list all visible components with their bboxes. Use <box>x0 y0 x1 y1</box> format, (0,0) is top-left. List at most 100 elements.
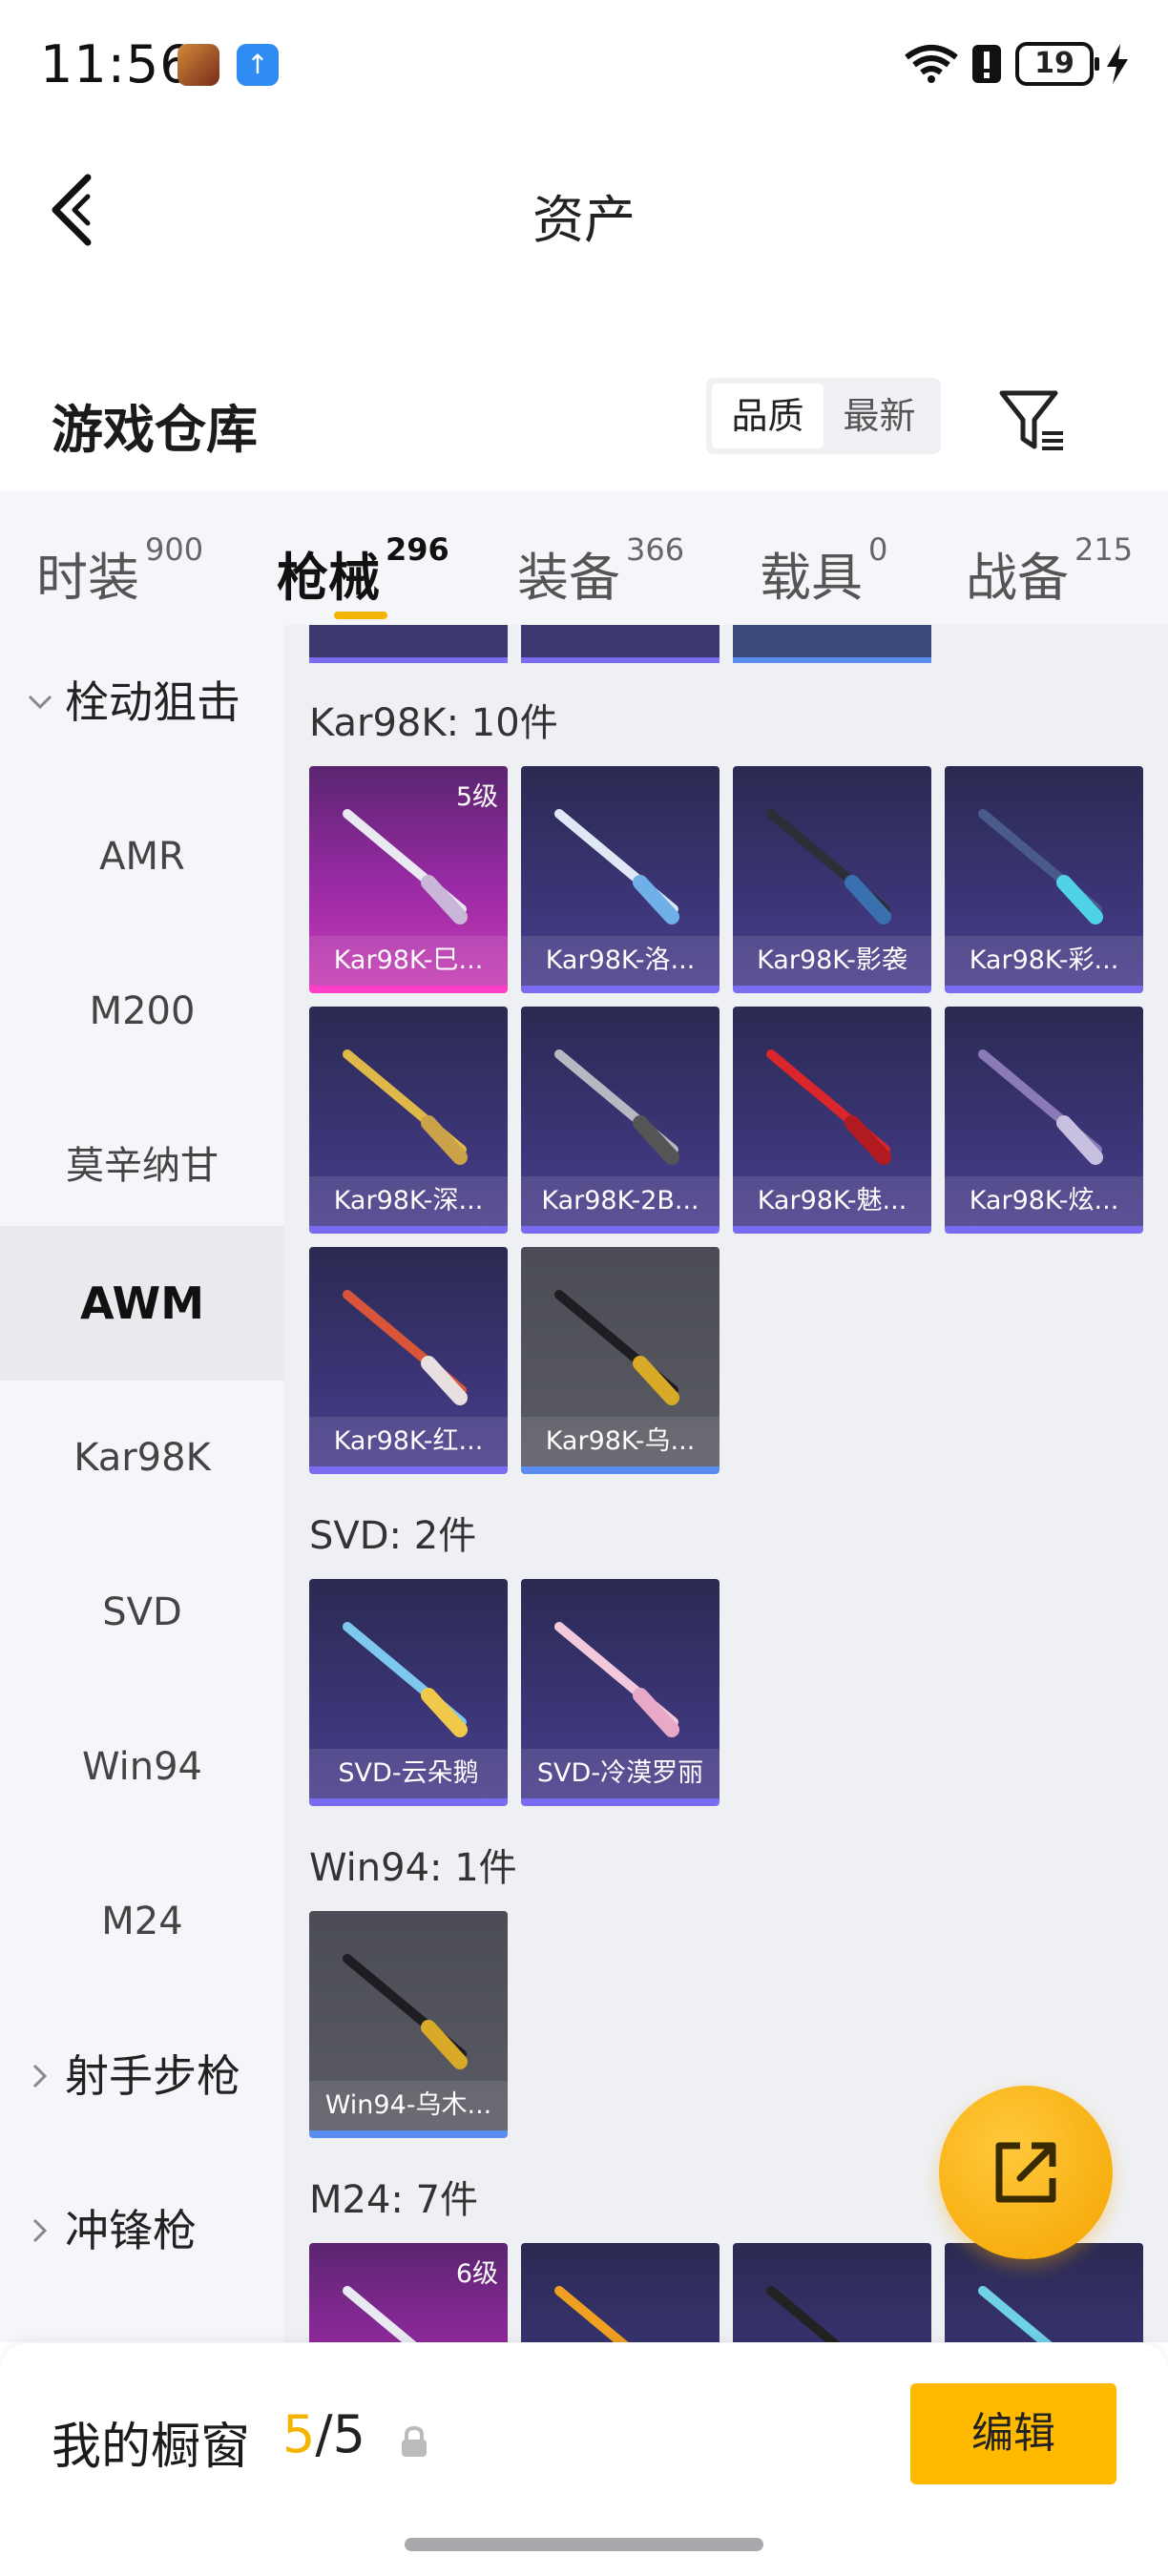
section-title-kar98k: Kar98K: 10件 <box>309 701 558 745</box>
chevron-right-icon <box>23 1999 57 2153</box>
item-name: Kar98K-深... <box>309 1176 508 1226</box>
charging-bolt-icon <box>1107 44 1128 84</box>
sidebar-item-svd[interactable]: SVD <box>0 1535 284 1690</box>
item-name: Kar98K-乌... <box>521 1417 720 1466</box>
edit-button[interactable]: 编辑 <box>910 2383 1116 2484</box>
rifle-icon <box>343 1954 468 2069</box>
rifle-icon <box>978 2286 1053 2342</box>
item-card[interactable]: Kar98K-魅... <box>733 1007 931 1234</box>
sidebar-item-kar98k[interactable]: Kar98K <box>0 1381 284 1535</box>
sidebar-item-awm[interactable]: AWM <box>0 1226 284 1381</box>
showcase-label: 我的橱窗 <box>52 2419 251 2476</box>
item-card[interactable]: 5级 Kar98K-巳... <box>309 766 508 993</box>
warehouse-title: 游戏仓库 <box>52 400 258 460</box>
lock-icon <box>399 2425 429 2460</box>
tab-count: 366 <box>626 531 685 568</box>
sort-by-quality-button[interactable]: 品质 <box>712 384 824 448</box>
item-level: 5级 <box>455 782 498 812</box>
rifle-icon <box>554 1622 679 1737</box>
sidebar-group-marksman[interactable]: 射手步枪 <box>0 1999 284 2153</box>
sidebar-item-label: 射手步枪 <box>65 2050 240 2102</box>
item-card-stub <box>521 625 720 663</box>
rifle-icon <box>343 1622 468 1737</box>
item-card[interactable]: Kar98K-洛... <box>521 766 720 993</box>
alert-icon <box>971 44 1002 84</box>
wifi-icon <box>905 44 958 84</box>
item-name: SVD-云朵鹅 <box>309 1749 508 1798</box>
section-title-svd: SVD: 2件 <box>309 1514 477 1558</box>
sidebar-item-win94[interactable]: Win94 <box>0 1690 284 1844</box>
item-name: Kar98K-魅... <box>733 1176 931 1226</box>
item-card[interactable]: Kar98K-乌... <box>521 1247 720 1474</box>
warehouse-header: 游戏仓库 品质 最新 <box>0 353 1168 487</box>
showcase-count: 5/5 <box>282 2404 365 2464</box>
rifle-icon <box>343 1290 468 1405</box>
tab-vehicles[interactable]: 载具 0 <box>760 531 887 611</box>
section-title-m24: M24: 7件 <box>309 2178 479 2222</box>
item-card[interactable]: SVD-云朵鹅 <box>309 1579 508 1806</box>
sidebar-group-bolt-action[interactable]: 栓动狙击 <box>0 625 284 779</box>
item-name: Win94-乌木... <box>309 2081 508 2130</box>
item-card[interactable]: Kar98K-炫... <box>945 1007 1143 1234</box>
item-card[interactable] <box>945 2243 1143 2342</box>
sidebar-group-smg[interactable]: 冲锋枪 <box>0 2153 284 2308</box>
item-card[interactable]: Kar98K-彩... <box>945 766 1143 993</box>
section-title-win94: Win94: 1件 <box>309 1846 517 1890</box>
status-bar: 11:56 ↑ 19 <box>0 0 1168 134</box>
item-card[interactable]: Kar98K-深... <box>309 1007 508 1234</box>
sidebar-item-m200[interactable]: M200 <box>0 934 284 1089</box>
chevron-right-icon <box>23 2153 57 2308</box>
tab-label: 装备 <box>517 548 620 608</box>
tab-count: 296 <box>386 531 449 568</box>
rifle-icon <box>978 1049 1103 1165</box>
tab-equipment[interactable]: 装备 366 <box>517 531 684 611</box>
tab-count: 215 <box>1074 531 1134 568</box>
item-card[interactable]: Kar98K-2B... <box>521 1007 720 1234</box>
rifle-icon <box>766 809 891 924</box>
rifle-icon <box>343 809 468 924</box>
item-card[interactable]: SVD-冷漠罗丽 <box>521 1579 720 1806</box>
sidebar-item-amr[interactable]: AMR <box>0 779 284 934</box>
battery-indicator: 19 <box>1015 42 1099 86</box>
upload-icon: ↑ <box>237 44 279 86</box>
sidebar-item-label: 冲锋枪 <box>65 2205 197 2256</box>
showcase-max: 5 <box>332 2404 365 2464</box>
item-name: Kar98K-2B... <box>521 1176 720 1226</box>
item-name: Kar98K-红... <box>309 1417 508 1466</box>
sidebar-item-m24[interactable]: M24 <box>0 1844 284 1999</box>
top-header: 资产 <box>0 134 1168 277</box>
item-card[interactable] <box>733 2243 931 2342</box>
game-app-icon <box>177 44 219 86</box>
rifle-icon <box>554 2286 629 2342</box>
filter-icon[interactable] <box>996 385 1069 458</box>
item-card[interactable] <box>521 2243 720 2342</box>
tab-firearms[interactable]: 枪械 296 <box>277 531 449 611</box>
items-grid-area[interactable]: Kar98K: 10件 5级 Kar98K-巳... Kar98K-洛... K… <box>284 625 1168 2342</box>
item-level: 6级 <box>455 2259 498 2289</box>
item-card[interactable]: Win94-乌木... <box>309 1911 508 2138</box>
tab-label: 载具 <box>760 548 863 608</box>
tab-label: 时装 <box>36 548 139 608</box>
status-time: 11:56 <box>40 34 194 94</box>
showcase-current: 5 <box>282 2404 316 2464</box>
item-card-stub <box>733 625 931 663</box>
status-indicators: 19 <box>905 42 1128 86</box>
home-indicator[interactable] <box>405 2538 763 2551</box>
item-card[interactable]: Kar98K-红... <box>309 1247 508 1474</box>
sidebar-item-mosin[interactable]: 莫辛纳甘 <box>0 1089 284 1243</box>
rifle-icon <box>766 1049 891 1165</box>
item-card[interactable]: 6级 <box>309 2243 508 2342</box>
item-name: Kar98K-洛... <box>521 936 720 986</box>
sort-by-newest-button[interactable]: 最新 <box>824 384 935 448</box>
tab-count: 0 <box>868 531 888 568</box>
tab-label: 战备 <box>966 548 1069 608</box>
item-name: Kar98K-彩... <box>945 936 1143 986</box>
item-name: Kar98K-炫... <box>945 1176 1143 1226</box>
tab-fashion[interactable]: 时装 900 <box>36 531 203 611</box>
sidebar-item-label: 栓动狙击 <box>65 676 240 728</box>
tab-count: 900 <box>145 531 204 568</box>
item-card[interactable]: Kar98K-影袭 <box>733 766 931 993</box>
share-button[interactable] <box>939 2086 1113 2259</box>
tab-combat-gear[interactable]: 战备 215 <box>966 531 1133 611</box>
rifle-icon <box>343 1049 468 1165</box>
